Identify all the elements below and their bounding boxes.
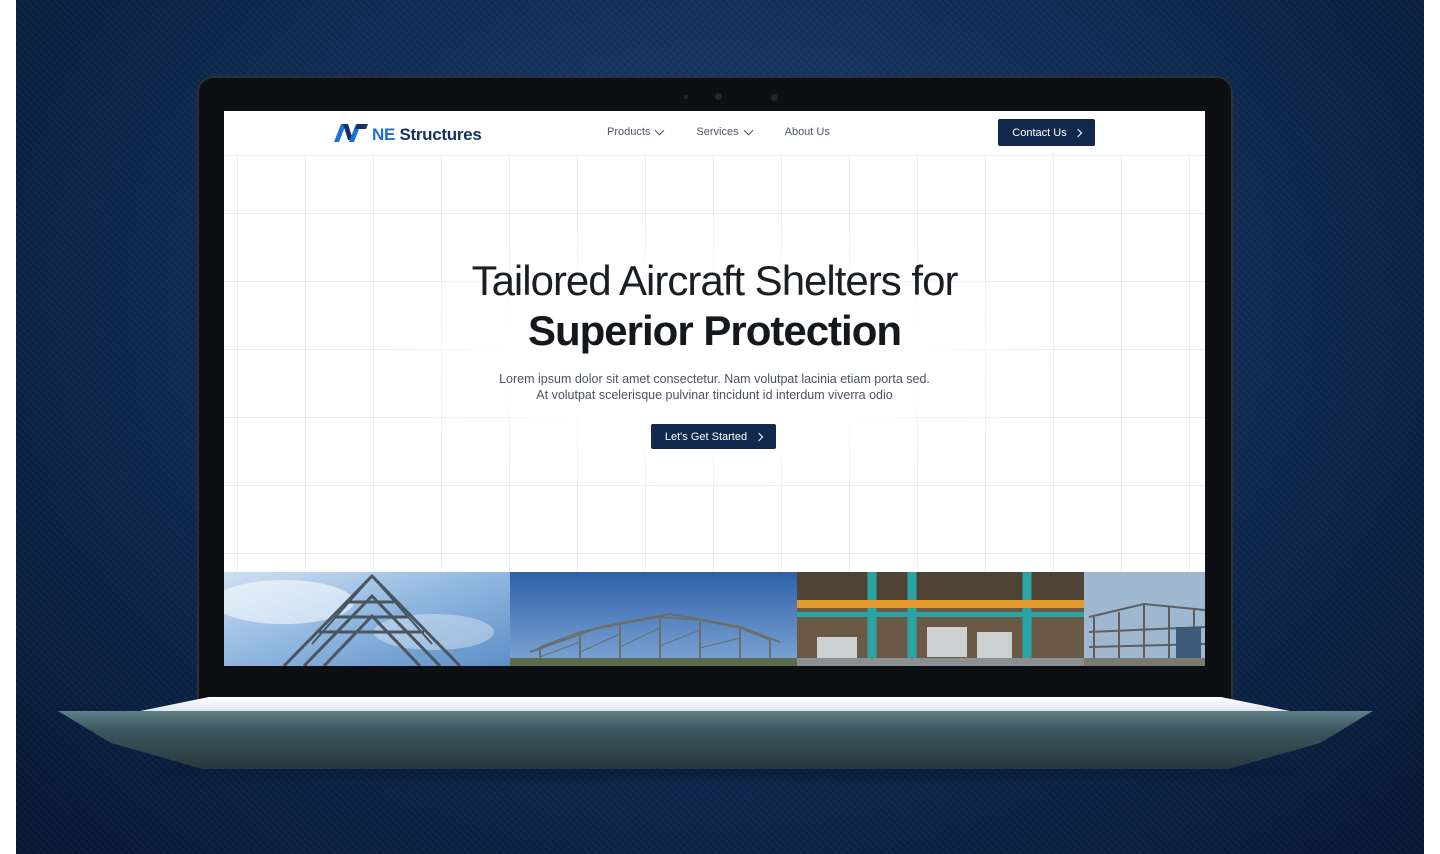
nav-item-about[interactable]: About Us [785,126,830,138]
chevron-down-icon [654,125,665,135]
steel-frame-sky-photo [224,572,510,666]
laptop-screen: NE Structures Products Services About Us… [224,111,1205,666]
contact-us-label: Contact Us [1012,126,1067,139]
hero-lede: Lorem ipsum dolor sit amet consectetur. … [454,371,975,403]
camera-icon [715,93,722,100]
nav-item-label: Services [696,126,739,138]
nav-item-label: Products [607,126,651,138]
warehouse-interior-photo [797,572,1084,666]
logo-name: Structures [399,124,482,144]
get-started-button[interactable]: Let's Get Started [651,424,776,449]
site-logo[interactable]: NE Structures [332,121,482,148]
nav-links: Products Services About Us [607,125,863,138]
nav-item-products[interactable]: Products [607,125,665,138]
chevron-right-icon [1073,128,1082,137]
hero-section: Tailored Aircraft Shelters for Superior … [224,155,1205,572]
get-started-label: Let's Get Started [664,430,748,443]
hero-headline-line1: Tailored Aircraft Shelters for [471,257,959,304]
site-navbar: NE Structures Products Services About Us… [224,111,1205,156]
chevron-down-icon [743,125,754,135]
nav-item-label: About Us [784,126,830,138]
logo-prefix: NE [372,124,396,144]
camera-row [0,93,1440,103]
contact-us-button[interactable]: Contact Us [998,119,1095,146]
hero-headline-line2: Superior Protection [527,307,902,354]
laptop-base [58,711,1373,769]
construction-site-photo [1084,572,1205,666]
nav-item-services[interactable]: Services [696,125,754,138]
photo-gallery [224,572,1205,666]
laptop-hinge [140,697,1290,711]
logo-text: NE Structures [372,125,482,145]
sensor-icon [684,95,688,99]
logo-mark-icon [332,121,370,148]
chevron-right-icon [754,432,764,441]
structure-frame-photo [510,572,797,666]
hero-lede-line2: At volutpat scelerisque pulvinar tincidu… [536,388,893,402]
sensor-icon [771,94,778,101]
hero-lede-line1: Lorem ipsum dolor sit amet consectetur. … [499,372,930,386]
